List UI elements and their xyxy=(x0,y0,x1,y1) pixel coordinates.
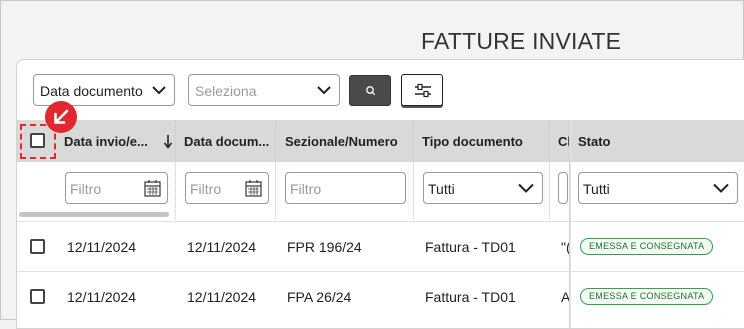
doc-date-cell: 12/11/2024 xyxy=(187,239,257,255)
sent-date-cell: 12/11/2024 xyxy=(67,239,137,255)
chevron-down-icon xyxy=(152,86,166,95)
sort-desc-icon[interactable] xyxy=(163,134,173,149)
client-cell: A xyxy=(561,289,569,305)
sort-field-value: Data documento xyxy=(40,83,143,99)
status-filter-select[interactable]: Tutti xyxy=(578,172,738,204)
column-divider xyxy=(175,120,176,220)
doc-type-cell: Fattura - TD01 xyxy=(425,239,516,255)
calendar-icon[interactable] xyxy=(245,179,262,197)
filter-row: Filtro Filtro Filtro Tutti Tutti xyxy=(17,162,744,218)
chevron-down-icon xyxy=(713,183,729,193)
sticky-column-divider xyxy=(569,120,571,328)
search-icon xyxy=(366,86,376,96)
invoices-panel: Data documento Seleziona Data invio/e...… xyxy=(16,59,744,329)
number-cell: FPA 26/24 xyxy=(287,289,352,305)
calendar-icon[interactable] xyxy=(144,179,161,197)
client-filter-input[interactable] xyxy=(558,172,568,204)
selection-select[interactable]: Seleziona xyxy=(188,74,340,106)
column-header-sent-date[interactable]: Data invio/e... xyxy=(64,134,159,149)
sent-date-filter-input[interactable]: Filtro xyxy=(65,172,168,204)
table-row[interactable]: 12/11/2024 12/11/2024 FPR 196/24 Fattura… xyxy=(17,221,744,271)
sent-date-cell: 12/11/2024 xyxy=(67,289,137,305)
row-checkbox[interactable] xyxy=(30,239,45,254)
doc-date-filter-placeholder: Filtro xyxy=(190,181,222,197)
pointer-badge xyxy=(45,101,77,133)
client-cell: "( xyxy=(561,239,569,255)
chevron-down-icon xyxy=(518,183,534,193)
number-cell: FPR 196/24 xyxy=(287,239,362,255)
column-header-number[interactable]: Sezionale/Numero xyxy=(285,134,410,149)
column-header-doc-type[interactable]: Tipo documento xyxy=(422,134,552,149)
doc-date-cell: 12/11/2024 xyxy=(187,289,257,305)
number-filter-input[interactable]: Filtro xyxy=(285,172,406,204)
search-button[interactable] xyxy=(349,75,391,106)
page-title: FATTURE INVIATE xyxy=(421,28,622,54)
table-row[interactable]: 12/11/2024 12/11/2024 FPA 26/24 Fattura … xyxy=(17,271,744,321)
selection-placeholder: Seleziona xyxy=(195,83,257,99)
app-window: FATTURE INVIATE Data documento Seleziona xyxy=(0,0,744,329)
chevron-down-icon xyxy=(317,86,331,95)
table-header: Data invio/e... Data docum... Sezionale/… xyxy=(17,120,744,162)
sent-date-filter-placeholder: Filtro xyxy=(70,181,102,197)
sliders-icon xyxy=(415,83,431,98)
doc-type-cell: Fattura - TD01 xyxy=(425,289,516,305)
doc-type-filter-value: Tutti xyxy=(428,181,455,197)
row-checkbox[interactable] xyxy=(30,289,45,304)
status-filter-value: Tutti xyxy=(583,181,610,197)
advanced-filters-button[interactable] xyxy=(401,74,443,106)
status-badge: EMESSA E CONSEGNATA xyxy=(580,238,714,255)
column-divider xyxy=(413,120,414,220)
column-divider xyxy=(275,120,276,220)
column-header-doc-date[interactable]: Data docum... xyxy=(184,134,276,149)
arrow-down-left-icon xyxy=(54,109,69,124)
column-header-status[interactable]: Stato xyxy=(578,134,678,149)
doc-date-filter-input[interactable]: Filtro xyxy=(185,172,269,204)
column-divider xyxy=(549,120,550,220)
doc-type-filter-select[interactable]: Tutti xyxy=(423,172,543,204)
horizontal-scrollbar[interactable] xyxy=(19,212,169,217)
status-badge: EMESSA E CONSEGNATA xyxy=(580,288,714,305)
number-filter-placeholder: Filtro xyxy=(290,181,322,197)
